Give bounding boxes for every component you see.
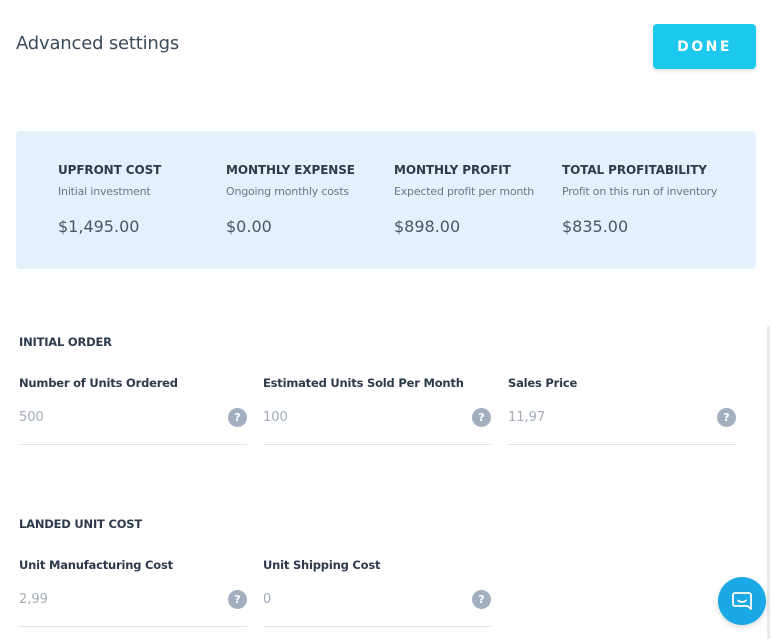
question-circle-icon[interactable]: ? [228,590,247,609]
section-title-initial-order: INITIAL ORDER [19,335,112,349]
metric-title: TOTAL PROFITABILITY [562,163,707,177]
metric-subtitle: Initial investment [58,185,151,198]
metric-title: UPFRONT COST [58,163,162,177]
scrollbar[interactable] [767,326,770,639]
unit-shipping-cost-input[interactable] [263,592,453,607]
metric-monthly-profit: MONTHLY PROFIT Expected profit per month… [394,163,559,236]
section-title-landed-unit-cost: LANDED UNIT COST [19,517,143,531]
field-sales-price: Sales Price ? [508,376,736,445]
units-ordered-input[interactable] [19,410,209,425]
field-input-wrap: ? [263,404,491,445]
field-unit-manufacturing-cost: Unit Manufacturing Cost ? [19,558,247,627]
done-button[interactable]: DONE [653,24,756,69]
field-unit-shipping-cost: Unit Shipping Cost ? [263,558,491,627]
metric-subtitle: Profit on this run of inventory [562,185,718,198]
question-circle-icon[interactable]: ? [472,590,491,609]
field-label: Unit Manufacturing Cost [19,558,173,572]
field-units-sold-per-month: Estimated Units Sold Per Month ? [263,376,491,445]
metric-title: MONTHLY EXPENSE [226,163,355,177]
field-label: Number of Units Ordered [19,376,178,390]
field-label: Sales Price [508,376,578,390]
metric-value: $0.00 [226,217,272,236]
metric-value: $835.00 [562,217,629,236]
field-label: Estimated Units Sold Per Month [263,376,464,390]
summary-card: UPFRONT COST Initial investment $1,495.0… [16,131,756,269]
metric-subtitle: Expected profit per month [394,185,535,198]
metric-total-profitability: TOTAL PROFITABILITY Profit on this run o… [562,163,727,236]
question-circle-icon[interactable]: ? [228,408,247,427]
metric-upfront-cost: UPFRONT COST Initial investment $1,495.0… [58,163,223,236]
metric-monthly-expense: MONTHLY EXPENSE Ongoing monthly costs $0… [226,163,391,236]
metric-value: $898.00 [394,217,461,236]
metric-value: $1,495.00 [58,217,140,236]
field-input-wrap: ? [263,586,491,627]
metric-subtitle: Ongoing monthly costs [226,185,349,198]
field-input-wrap: ? [19,404,247,445]
field-units-ordered: Number of Units Ordered ? [19,376,247,445]
page-title: Advanced settings [16,33,180,54]
chat-bubble-icon [732,592,752,610]
question-circle-icon[interactable]: ? [472,408,491,427]
units-sold-per-month-input[interactable] [263,410,453,425]
field-input-wrap: ? [19,586,247,627]
unit-manufacturing-cost-input[interactable] [19,592,209,607]
chat-launcher-button[interactable] [718,577,766,625]
field-label: Unit Shipping Cost [263,558,381,572]
metric-title: MONTHLY PROFIT [394,163,511,177]
field-input-wrap: ? [508,404,736,445]
sales-price-input[interactable] [508,410,698,425]
question-circle-icon[interactable]: ? [717,408,736,427]
